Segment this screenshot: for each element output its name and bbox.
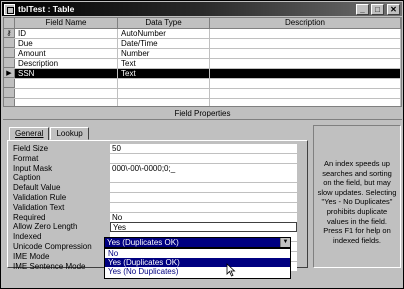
property-label: IME Mode <box>13 251 50 261</box>
property-label: Indexed <box>13 232 42 242</box>
property-label: Unicode Compression <box>13 242 92 251</box>
field-name-cell[interactable] <box>15 89 118 98</box>
grid-corner[interactable] <box>4 18 15 28</box>
data-type-cell[interactable] <box>118 89 210 98</box>
property-row: Caption <box>13 173 303 184</box>
data-type-cell[interactable] <box>118 99 210 106</box>
property-label: Allow Zero Length <box>13 222 78 232</box>
indexed-combo[interactable]: Yes (Duplicates OK) ▼ <box>104 237 291 248</box>
field-name-cell[interactable]: Due <box>15 39 118 48</box>
property-row: Allow Zero Length Yes <box>13 222 303 233</box>
minimize-button[interactable]: _ <box>356 3 369 15</box>
tab-lookup[interactable]: Lookup <box>50 127 89 140</box>
maximize-button[interactable]: □ <box>371 3 384 15</box>
chevron-down-icon[interactable]: ▼ <box>280 238 290 247</box>
property-label: Input Mask <box>13 163 53 173</box>
field-name-cell[interactable] <box>15 99 118 106</box>
property-value-field[interactable] <box>110 202 297 213</box>
data-type-cell[interactable]: Text <box>118 59 210 68</box>
property-row: Validation Rule <box>13 193 303 203</box>
row-selector[interactable] <box>4 89 15 98</box>
description-cell[interactable] <box>210 49 401 58</box>
window-title: tblTest : Table <box>18 4 75 14</box>
property-value-field[interactable] <box>110 173 297 184</box>
property-label: Required <box>13 212 46 222</box>
primary-key-icon[interactable]: ⚷ <box>4 29 15 38</box>
description-cell[interactable] <box>210 59 401 68</box>
row-selector[interactable] <box>4 49 15 58</box>
property-row: Field Size 50 <box>13 144 303 154</box>
property-label: Field Size <box>13 144 49 153</box>
field-name-cell[interactable]: SSN <box>15 69 118 78</box>
description-cell[interactable] <box>210 29 401 38</box>
table-row[interactable] <box>4 99 401 106</box>
table-row[interactable] <box>4 79 401 89</box>
property-help-text: An index speeds up searches and sorting … <box>313 125 401 268</box>
field-properties-header: Field Properties <box>3 108 402 120</box>
field-name-cell[interactable]: Amount <box>15 49 118 58</box>
field-name-cell[interactable]: Description <box>15 59 118 68</box>
grid-header: Field Name Data Type Description <box>4 18 401 29</box>
tab-general[interactable]: General <box>9 127 50 141</box>
column-header-description[interactable]: Description <box>210 18 401 28</box>
current-row-indicator-icon[interactable]: ▶ <box>4 69 15 78</box>
property-value-field[interactable]: No <box>110 212 297 223</box>
table-row[interactable]: Description Text <box>4 59 401 69</box>
column-header-field-name[interactable]: Field Name <box>15 18 118 28</box>
dropdown-option-duplicates-ok[interactable]: Yes (Duplicates OK) <box>105 258 290 267</box>
column-header-data-type[interactable]: Data Type <box>118 18 210 28</box>
table-row[interactable]: Due Date/Time <box>4 39 401 49</box>
property-value-field[interactable]: Yes <box>110 222 297 233</box>
description-cell[interactable] <box>210 79 401 88</box>
property-row: Validation Text <box>13 202 303 213</box>
property-row: Format <box>13 153 303 164</box>
property-label: Validation Rule <box>13 193 67 202</box>
row-selector[interactable] <box>4 59 15 68</box>
property-label: Validation Text <box>13 202 65 212</box>
close-button[interactable]: ✕ <box>387 3 400 15</box>
property-value-field[interactable] <box>110 193 297 203</box>
property-tabs: General Lookup <box>9 127 90 141</box>
table-row[interactable]: Amount Number <box>4 49 401 59</box>
field-name-cell[interactable] <box>15 79 118 88</box>
description-cell[interactable] <box>210 89 401 98</box>
description-cell[interactable] <box>210 99 401 106</box>
row-selector[interactable] <box>4 79 15 88</box>
data-type-cell[interactable]: Number <box>118 49 210 58</box>
property-value-field[interactable]: 50 <box>110 144 297 154</box>
table-row[interactable] <box>4 89 401 99</box>
dropdown-option-no[interactable]: No <box>105 249 290 258</box>
table-row[interactable]: ▶ SSN Text <box>4 69 401 79</box>
property-row: Default Value <box>13 183 303 194</box>
field-name-cell[interactable]: ID <box>15 29 118 38</box>
row-selector[interactable] <box>4 39 15 48</box>
property-row: Input Mask 000\-00\-0000;0;_ <box>13 163 303 174</box>
property-label: Caption <box>13 173 41 183</box>
property-value-field[interactable] <box>110 183 297 194</box>
property-value-field[interactable]: 000\-00\-0000;0;_ <box>110 163 297 174</box>
grid-rows: ⚷ ID AutoNumber Due Date/Time Amount Number Des… <box>4 29 401 106</box>
indexed-combo-value[interactable]: Yes (Duplicates OK) <box>105 238 280 247</box>
property-label: Default Value <box>13 183 61 193</box>
field-grid: Field Name Data Type Description ⚷ ID Auto… <box>3 17 402 107</box>
property-label: IME Sentence Mode <box>13 261 86 271</box>
description-cell[interactable] <box>210 69 401 78</box>
indexed-dropdown-list: No Yes (Duplicates OK) Yes (No Duplicate… <box>104 248 291 279</box>
description-cell[interactable] <box>210 39 401 48</box>
data-type-cell[interactable]: Text <box>118 69 210 78</box>
data-type-cell[interactable]: Date/Time <box>118 39 210 48</box>
title-bar[interactable]: tblTest : Table _ □ ✕ <box>2 2 402 16</box>
table-icon[interactable] <box>4 3 15 15</box>
data-type-cell[interactable]: AutoNumber <box>118 29 210 38</box>
property-label: Format <box>13 153 39 163</box>
data-type-cell[interactable] <box>118 79 210 88</box>
table-row[interactable]: ⚷ ID AutoNumber <box>4 29 401 39</box>
table-design-window: tblTest : Table _ □ ✕ Field Name Data Ty… <box>0 0 404 289</box>
mouse-pointer-icon <box>226 263 236 277</box>
dropdown-option-no-duplicates[interactable]: Yes (No Duplicates) <box>105 267 290 276</box>
row-selector[interactable] <box>4 99 15 106</box>
property-row: Required No <box>13 212 303 223</box>
property-value-field[interactable] <box>110 153 297 164</box>
